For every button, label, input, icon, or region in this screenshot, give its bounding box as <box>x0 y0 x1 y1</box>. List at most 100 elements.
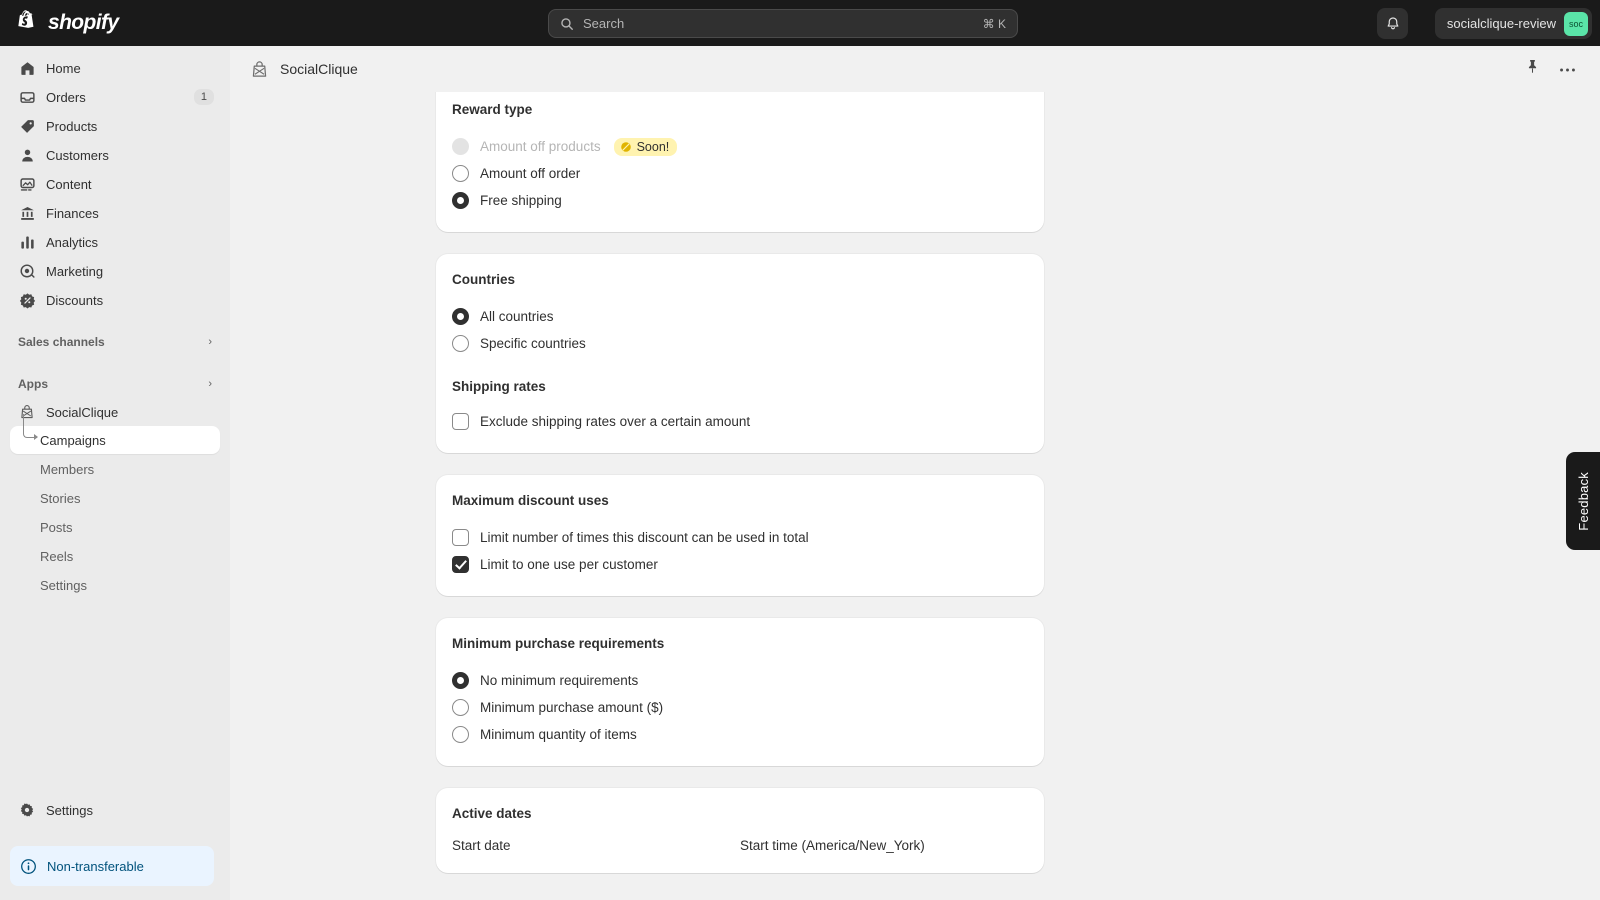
non-transferable-label: Non-transferable <box>47 858 144 874</box>
home-icon <box>18 59 36 77</box>
radio-all-countries[interactable]: All countries <box>452 303 1028 330</box>
sidebar-item-label: Content <box>46 176 92 192</box>
radio-specific-countries[interactable]: Specific countries <box>452 330 1028 357</box>
radio-indicator <box>452 699 469 716</box>
top-bar: shopify Search ⌘ K socialclique-review s… <box>0 0 1600 46</box>
more-options-button[interactable] <box>1559 60 1576 78</box>
option-label: Minimum purchase amount ($) <box>480 700 664 715</box>
analytics-icon <box>18 233 36 251</box>
feedback-label: Feedback <box>1575 471 1591 531</box>
sidebar-item-orders[interactable]: Orders 1 <box>10 83 220 111</box>
no-entry-icon <box>620 141 631 152</box>
option-label: Minimum quantity of items <box>480 727 637 742</box>
option-label: Amount off products <box>480 139 601 154</box>
content-icon <box>18 175 36 193</box>
soon-badge-label: Soon! <box>636 139 670 154</box>
sales-channels-label: Sales channels <box>18 335 105 349</box>
sidebar-item-home[interactable]: Home <box>10 54 220 82</box>
active-dates-card: Active dates Start date Start time (Amer… <box>436 788 1044 873</box>
page-header-actions <box>1524 58 1586 80</box>
store-selector[interactable]: socialclique-review soc <box>1434 8 1592 39</box>
sidebar-item-app-settings[interactable]: Settings <box>10 571 220 599</box>
sidebar-item-content[interactable]: Content <box>10 170 220 198</box>
checkbox-indicator <box>452 529 469 546</box>
radio-indicator <box>452 335 469 352</box>
sidebar-item-discounts[interactable]: Discounts <box>10 286 220 314</box>
radio-amount-off-products: Amount off products Soon! <box>452 133 1028 160</box>
tree-branch-icon <box>23 414 38 440</box>
chevron-right-icon: › <box>208 336 212 348</box>
sidebar-item-analytics[interactable]: Analytics <box>10 228 220 256</box>
sidebar-item-label: Finances <box>46 205 99 221</box>
sidebar-section-sales-channels[interactable]: Sales channels › <box>10 328 220 356</box>
sidebar-item-customers[interactable]: Customers <box>10 141 220 169</box>
radio-minimum-quantity[interactable]: Minimum quantity of items <box>452 721 1028 748</box>
option-label: Exclude shipping rates over a certain am… <box>480 414 751 429</box>
sidebar-item-marketing[interactable]: Marketing <box>10 257 220 285</box>
page-header: SocialClique <box>230 46 1600 92</box>
checkbox-limit-one-per-customer[interactable]: Limit to one use per customer <box>452 551 1028 578</box>
radio-amount-off-order[interactable]: Amount off order <box>452 160 1028 187</box>
checkbox-indicator <box>452 556 469 573</box>
shopify-admin-window: shopify Search ⌘ K socialclique-review s… <box>0 0 1600 900</box>
maximum-discount-uses-card: Maximum discount uses Limit number of ti… <box>436 475 1044 596</box>
sidebar-item-members[interactable]: Members <box>10 455 220 483</box>
radio-indicator <box>452 165 469 182</box>
sidebar-item-label: Members <box>40 461 95 477</box>
reward-type-card: Reward type Amount off products Soon! Am… <box>436 92 1044 232</box>
discounts-icon <box>18 291 36 309</box>
sidebar-item-reels[interactable]: Reels <box>10 542 220 570</box>
pin-icon <box>1528 60 1537 73</box>
checkbox-limit-total-uses[interactable]: Limit number of times this discount can … <box>452 524 1028 551</box>
option-label: No minimum requirements <box>480 673 639 688</box>
sidebar-item-label: Reels <box>40 548 74 564</box>
settings-label: Settings <box>46 802 93 818</box>
info-icon <box>21 858 36 874</box>
avatar: soc <box>1564 11 1588 36</box>
pin-button[interactable] <box>1524 58 1541 80</box>
checkbox-exclude-shipping-rates[interactable]: Exclude shipping rates over a certain am… <box>452 408 1028 435</box>
finances-icon <box>18 204 36 222</box>
search-placeholder: Search <box>583 16 625 31</box>
sidebar-item-products[interactable]: Products <box>10 112 220 140</box>
card-title: Active dates <box>452 806 532 821</box>
active-dates-fields: Start date Start time (America/New_York) <box>452 837 1028 855</box>
sidebar-item-finances[interactable]: Finances <box>10 199 220 227</box>
sidebar-item-settings[interactable]: Settings <box>10 796 220 824</box>
radio-free-shipping[interactable]: Free shipping <box>452 187 1028 214</box>
card-title: Countries <box>452 272 516 287</box>
sidebar-item-socialclique[interactable]: SocialClique <box>10 398 220 426</box>
non-transferable-banner[interactable]: Non-transferable <box>10 846 214 886</box>
store-name: socialclique-review <box>1446 16 1556 31</box>
sidebar-section-apps[interactable]: Apps › <box>10 370 220 398</box>
radio-minimum-purchase-amount[interactable]: Minimum purchase amount ($) <box>452 694 1028 721</box>
start-date-label: Start date <box>452 838 511 853</box>
shopify-bag-icon <box>18 9 35 28</box>
shopify-wordmark: shopify <box>48 11 119 34</box>
radio-indicator <box>452 726 469 743</box>
orders-icon <box>18 88 36 106</box>
sidebar-item-label: Settings <box>40 577 87 593</box>
sidebar-item-stories[interactable]: Stories <box>10 484 220 512</box>
radio-indicator <box>452 138 469 155</box>
chevron-right-icon: › <box>208 378 212 390</box>
start-time-label: Start time (America/New_York) <box>740 838 925 853</box>
radio-no-minimum[interactable]: No minimum requirements <box>452 667 1028 694</box>
search-input[interactable]: Search ⌘ K <box>548 9 1018 38</box>
sidebar-item-campaigns[interactable]: Campaigns <box>10 414 220 454</box>
gear-icon <box>18 801 36 819</box>
sidebar: Home Orders 1 Products Customers Content… <box>0 46 230 900</box>
sidebar-item-label: Stories <box>40 490 81 506</box>
sidebar-item-label: Analytics <box>46 234 99 250</box>
customers-icon <box>18 146 36 164</box>
sidebar-item-posts[interactable]: Posts <box>10 513 220 541</box>
start-time-group: Start time (America/New_York) <box>740 837 1028 855</box>
search-shortcut: ⌘ K <box>982 16 1006 31</box>
option-label: Specific countries <box>480 336 586 351</box>
shopify-logo[interactable]: shopify <box>0 9 119 38</box>
notifications-button[interactable] <box>1377 8 1408 39</box>
shipping-rates-title: Shipping rates <box>452 379 546 394</box>
sidebar-item-label: Customers <box>46 147 109 163</box>
feedback-tab[interactable]: Feedback <box>1566 452 1600 550</box>
sidebar-item-label: Home <box>46 60 81 76</box>
